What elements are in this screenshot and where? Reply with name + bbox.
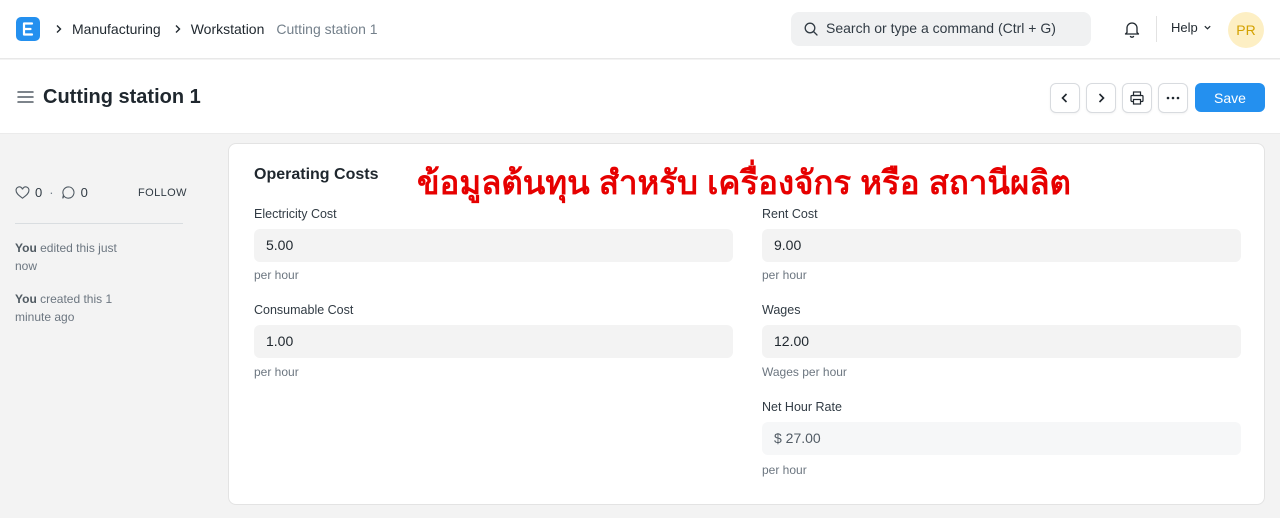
bell-icon[interactable] (1122, 19, 1142, 39)
search-icon (804, 22, 818, 36)
navbar-divider (1156, 16, 1157, 42)
net-hour-rate-description: per hour (762, 463, 807, 477)
form-card: Operating Costs ข้อมูลต้นทุน สำหรับ เครื… (228, 143, 1265, 505)
heart-icon[interactable] (15, 185, 30, 200)
comments-count: 0 (80, 185, 88, 200)
next-record-button[interactable] (1086, 83, 1116, 113)
more-actions-button[interactable] (1158, 83, 1188, 113)
rent-cost-label: Rent Cost (762, 207, 818, 221)
app-logo[interactable] (16, 17, 40, 41)
consumable-cost-description: per hour (254, 365, 299, 379)
comment-icon[interactable] (61, 185, 76, 200)
breadcrumb-manufacturing[interactable]: Manufacturing (72, 21, 161, 37)
activity-item: You edited this just now (15, 241, 117, 273)
avatar[interactable]: PR (1228, 12, 1264, 48)
chevron-right-icon (1098, 93, 1105, 103)
annotation-overlay-text: ข้อมูลต้นทุน สำหรับ เครื่องจักร หรือ สถา… (417, 164, 1071, 201)
wages-input[interactable]: 12.00 (762, 325, 1241, 358)
rent-cost-description: per hour (762, 268, 807, 282)
electricity-cost-input[interactable]: 5.00 (254, 229, 733, 262)
section-title: Operating Costs (254, 166, 379, 183)
search-input[interactable]: Search or type a command (Ctrl + G) (826, 20, 1056, 36)
electricity-cost-label: Electricity Cost (254, 207, 337, 221)
print-button[interactable] (1122, 83, 1152, 113)
breadcrumb-workstation[interactable]: Workstation (191, 21, 265, 37)
printer-icon (1130, 91, 1144, 105)
electricity-cost-description: per hour (254, 268, 299, 282)
previous-record-button[interactable] (1050, 83, 1080, 113)
chevron-right-icon (173, 19, 191, 39)
page-header: Cutting station 1 Save (0, 60, 1280, 134)
page-title: Cutting station 1 (43, 86, 201, 108)
wages-description: Wages per hour (762, 365, 847, 379)
separator-dot: · (49, 185, 54, 200)
consumable-cost-label: Consumable Cost (254, 303, 354, 317)
likes-comments: 0 · 0 (15, 185, 88, 200)
logo-e-icon (22, 22, 34, 36)
chevron-left-icon (1061, 93, 1068, 103)
breadcrumb-current[interactable]: Cutting station 1 (276, 21, 377, 37)
breadcrumb: Manufacturing Workstation Cutting statio… (54, 19, 390, 39)
net-hour-rate-label: Net Hour Rate (762, 400, 842, 414)
activity-item: You created this 1 minute ago (15, 292, 113, 324)
save-button[interactable]: Save (1195, 83, 1265, 112)
help-label: Help (1171, 20, 1198, 35)
ellipsis-icon (1166, 96, 1180, 100)
consumable-cost-input[interactable]: 1.00 (254, 325, 733, 358)
chevron-down-icon (1204, 25, 1211, 30)
help-dropdown[interactable]: Help (1171, 20, 1212, 35)
rent-cost-input[interactable]: 9.00 (762, 229, 1241, 262)
follow-button[interactable]: FOLLOW (138, 187, 187, 199)
net-hour-rate-value: $ 27.00 (762, 422, 1241, 455)
sidebar-divider (15, 223, 183, 224)
chevron-right-icon (54, 19, 72, 39)
navbar: Manufacturing Workstation Cutting statio… (0, 0, 1280, 59)
wages-label: Wages (762, 303, 801, 317)
hamburger-menu-icon[interactable] (17, 89, 35, 105)
likes-count: 0 (35, 185, 43, 200)
